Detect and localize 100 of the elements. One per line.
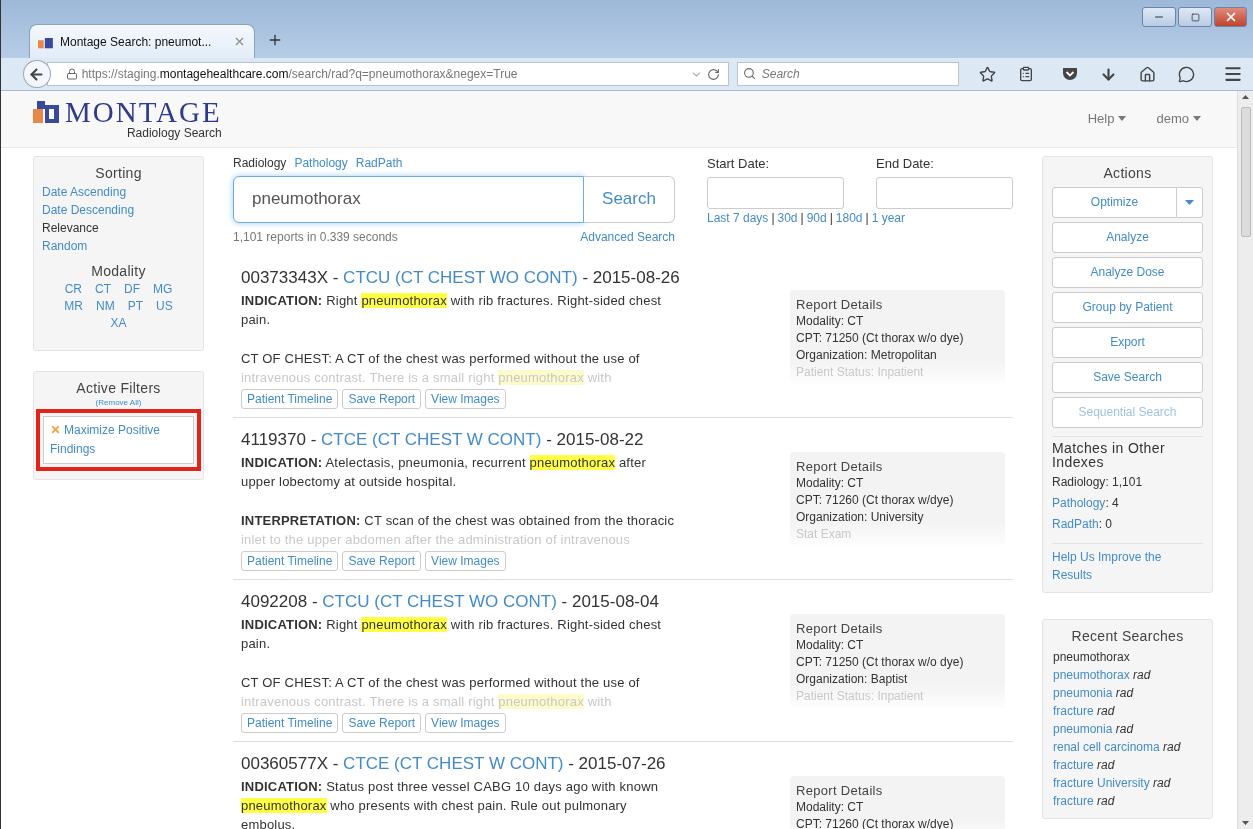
caret-icon bbox=[1193, 116, 1201, 122]
header-menu[interactable]: demo bbox=[1156, 111, 1201, 127]
scrollbar-thumb[interactable] bbox=[1240, 107, 1251, 237]
study-link[interactable]: CTCU (CT CHEST WO CONT) bbox=[343, 267, 578, 287]
new-tab-icon[interactable] bbox=[267, 32, 283, 48]
panel-title: Actions bbox=[1102, 164, 1153, 181]
sort-option[interactable]: Random bbox=[42, 236, 195, 255]
action-button[interactable]: Optimize bbox=[1052, 186, 1177, 218]
close-button[interactable] bbox=[1214, 7, 1247, 27]
report-action-button[interactable]: Patient Timeline bbox=[241, 712, 339, 733]
report-action-button[interactable]: Save Report bbox=[342, 712, 422, 733]
study-link[interactable]: CTCU (CT CHEST WO CONT) bbox=[322, 591, 557, 611]
search-icon bbox=[742, 67, 756, 80]
search-button[interactable]: Search bbox=[584, 175, 675, 223]
report-action-button[interactable]: Patient Timeline bbox=[241, 550, 339, 571]
pocket-icon[interactable] bbox=[1062, 66, 1078, 82]
search-field[interactable]: pneumothorax bbox=[233, 175, 584, 223]
search-tag: rad bbox=[1097, 757, 1115, 772]
date-preset-link[interactable]: 90d bbox=[806, 210, 827, 225]
recent-search-link[interactable]: pneumonia bbox=[1053, 685, 1113, 700]
date-preset-link[interactable]: 180d bbox=[835, 210, 863, 225]
modality-link[interactable]: NM bbox=[96, 297, 115, 315]
browser-tab[interactable]: Montage Search: pneumot... bbox=[29, 24, 255, 58]
date-field[interactable] bbox=[707, 176, 844, 209]
modality-link[interactable]: MR bbox=[64, 297, 83, 315]
action-button[interactable]: Analyze bbox=[1052, 221, 1203, 253]
report-action-button[interactable]: View Images bbox=[425, 388, 506, 409]
report-action-button[interactable]: Patient Timeline bbox=[241, 388, 339, 409]
minimize-button[interactable] bbox=[1142, 7, 1176, 27]
index-link[interactable]: RadPath bbox=[1052, 516, 1099, 531]
date-preset-link[interactable]: 1 year bbox=[871, 210, 905, 225]
sort-option[interactable]: Date Descending bbox=[42, 200, 195, 219]
search-tag: rad bbox=[1163, 739, 1181, 754]
scroll-down-icon[interactable] bbox=[1242, 821, 1249, 825]
caret-icon bbox=[1118, 116, 1127, 122]
recent-search-link[interactable]: renal cell carcinoma bbox=[1053, 739, 1160, 754]
modality-link[interactable]: US bbox=[156, 297, 173, 315]
details-line: CPT: 71250 (Ct thorax w/o dye) bbox=[796, 329, 965, 347]
search-tag: rad bbox=[1115, 685, 1134, 700]
recent-search-link[interactable]: fracture bbox=[1053, 703, 1094, 718]
match-count: : 0 bbox=[1098, 516, 1113, 531]
browser-search-field[interactable]: Search bbox=[736, 62, 959, 86]
recent-search-link[interactable]: pneumothorax bbox=[1053, 667, 1130, 682]
modality-link[interactable]: MG bbox=[153, 280, 173, 298]
details-line: Modality: CT bbox=[796, 312, 865, 330]
details-line: Organization: Baptist bbox=[796, 670, 909, 688]
details-line: CPT: 71250 (Ct thorax w/o dye) bbox=[796, 653, 965, 671]
report-text: INDICATION: Right pneumothorax with rib fractures. Right-sided chest pain. bbox=[241, 615, 663, 653]
report-action-button[interactable]: View Images bbox=[425, 550, 506, 571]
search-tag: rad bbox=[1097, 703, 1115, 718]
report-text: CT OF CHEST: A CT of the chest was performed without the use of bbox=[241, 673, 641, 692]
modality-link[interactable]: CR bbox=[64, 280, 82, 298]
details-line: Organization: Metropolitan bbox=[796, 346, 938, 364]
details-title: Report Details bbox=[796, 457, 884, 475]
recent-search-link[interactable]: pneumonia bbox=[1053, 721, 1113, 736]
back-button[interactable] bbox=[23, 60, 51, 88]
index-tab[interactable]: Pathology bbox=[294, 155, 348, 170]
sort-option[interactable]: Date Ascending bbox=[42, 182, 195, 201]
date-field[interactable] bbox=[876, 176, 1013, 209]
report-action-button[interactable]: Save Report bbox=[342, 550, 422, 571]
report-action-button[interactable]: View Images bbox=[425, 712, 506, 733]
reload-icon[interactable] bbox=[706, 67, 720, 81]
dropdown-toggle[interactable] bbox=[1177, 186, 1203, 218]
result-title: 4119370 - CTCE (CT CHEST W CONT) - 2015-08-22 bbox=[241, 429, 645, 450]
url-field[interactable]: https://staging.montagehealthcare.com/search/rad?q=pneumothorax&negex=True bbox=[46, 62, 729, 86]
search-tag: rad bbox=[1097, 793, 1115, 808]
action-button[interactable]: Analyze Dose bbox=[1052, 256, 1203, 288]
filter-chip[interactable]: Maximize Positive Findings bbox=[43, 415, 194, 464]
recent-search-link[interactable]: fracture bbox=[1053, 757, 1094, 772]
scrollbar[interactable] bbox=[1237, 91, 1253, 829]
sort-option[interactable]: Relevance bbox=[42, 218, 195, 237]
details-line: Modality: CT bbox=[796, 474, 865, 492]
details-line: Organization: University bbox=[796, 508, 925, 526]
scroll-up-icon[interactable] bbox=[1242, 95, 1249, 99]
action-button[interactable]: Save Search bbox=[1052, 361, 1203, 393]
recent-search-link[interactable]: fracture bbox=[1053, 793, 1094, 808]
modality-link[interactable]: DF bbox=[124, 280, 140, 298]
close-icon[interactable] bbox=[233, 35, 246, 48]
study-link[interactable]: CTCE (CT CHEST W CONT) bbox=[343, 753, 564, 773]
details-line: CPT: 71260 (Ct thorax w/dye) bbox=[796, 491, 955, 509]
report-action-button[interactable]: Save Report bbox=[342, 388, 422, 409]
study-link[interactable]: CTCE (CT CHEST W CONT) bbox=[321, 429, 542, 449]
date-preset-link[interactable]: Last 7 days bbox=[707, 210, 769, 225]
report-text: INDICATION: Status post three vessel CABG 10 days ago with known pneumothorax who presents with chest pain. Rule out pulmonary embolus. bbox=[241, 777, 660, 829]
action-button[interactable]: Group by Patient bbox=[1052, 291, 1203, 323]
result-stats: 1,101 reports in 0.339 seconds bbox=[233, 229, 398, 244]
details-title: Report Details bbox=[796, 781, 884, 799]
date-preset-link[interactable]: 30d bbox=[777, 210, 798, 225]
action-button[interactable]: Export bbox=[1052, 326, 1203, 358]
advanced-search-link[interactable]: Advanced Search bbox=[580, 229, 675, 244]
modality-link[interactable]: XA bbox=[110, 314, 127, 332]
index-tab[interactable]: Radiology bbox=[233, 155, 287, 170]
help-link[interactable]: Help Us Improve the Results bbox=[1052, 547, 1203, 584]
modality-link[interactable]: PT bbox=[127, 297, 143, 315]
index-tab[interactable]: RadPath bbox=[355, 155, 403, 170]
header-menu[interactable]: Help bbox=[1087, 111, 1127, 127]
maximize-button[interactable] bbox=[1178, 7, 1212, 27]
recent-search-link[interactable]: fracture University bbox=[1053, 775, 1150, 790]
modality-link[interactable]: CT bbox=[95, 280, 111, 298]
remove-all-link[interactable]: (Remove All) bbox=[42, 397, 195, 407]
